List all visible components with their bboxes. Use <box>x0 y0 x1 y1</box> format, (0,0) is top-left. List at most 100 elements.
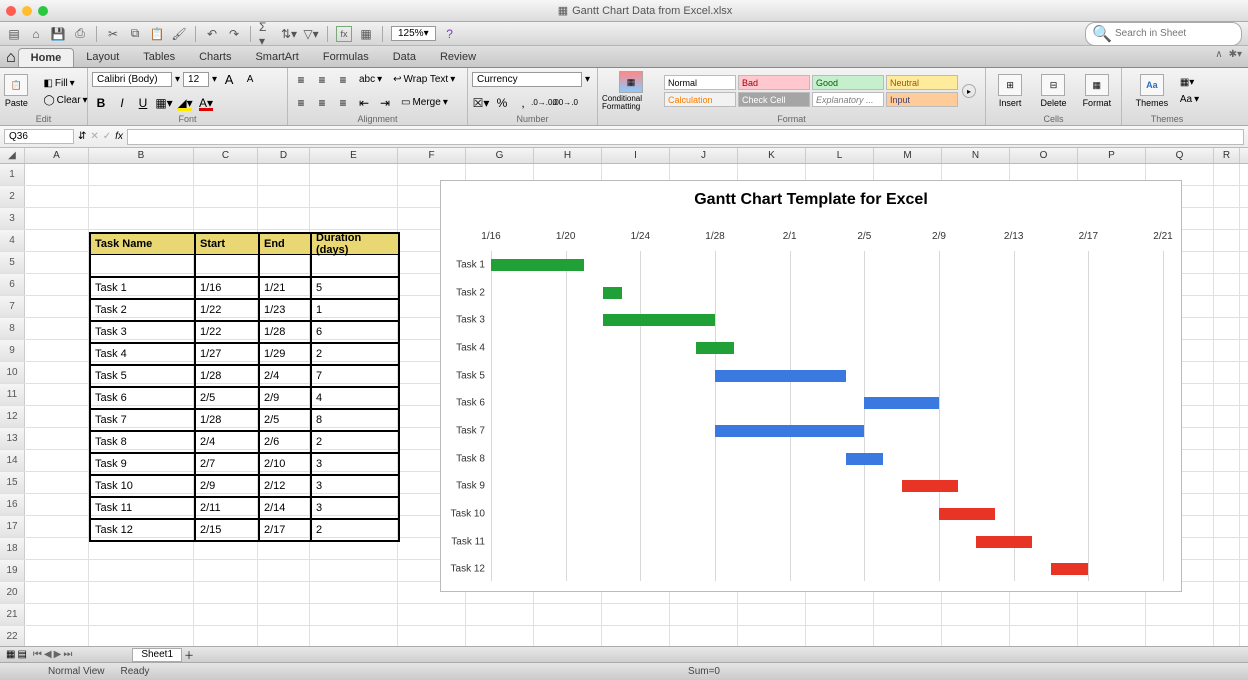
row-header[interactable]: 22 <box>0 626 25 647</box>
cell[interactable] <box>258 582 310 603</box>
cell[interactable] <box>194 208 258 229</box>
cell[interactable] <box>670 626 738 647</box>
cell[interactable]: 2/14 <box>259 497 311 519</box>
cell[interactable] <box>25 406 89 427</box>
cell[interactable] <box>310 560 398 581</box>
cell[interactable]: 1 <box>311 299 399 321</box>
insert-cells-button[interactable]: ⊞Insert <box>990 74 1030 108</box>
paste-icon[interactable]: 📋 <box>149 26 165 42</box>
style-normal[interactable]: Normal <box>664 75 736 90</box>
cell[interactable]: 1/29 <box>259 343 311 365</box>
name-box[interactable] <box>4 129 74 144</box>
row-header[interactable]: 14 <box>0 450 25 471</box>
font-size-select[interactable] <box>183 72 209 87</box>
percent-button[interactable]: % <box>493 94 511 112</box>
comma-button[interactable]: , <box>514 94 532 112</box>
italic-button[interactable]: I <box>113 94 131 112</box>
cell[interactable] <box>874 604 942 625</box>
cell[interactable] <box>258 560 310 581</box>
col-header-E[interactable]: E <box>310 148 398 163</box>
formula-input[interactable] <box>127 129 1244 145</box>
cell[interactable] <box>1214 296 1240 317</box>
cell[interactable]: 2/7 <box>195 453 259 475</box>
align-top-icon[interactable]: ≡ <box>292 71 310 89</box>
fill-button[interactable]: ◧ Fill ▾ <box>39 76 91 91</box>
row-header[interactable]: 13 <box>0 428 25 449</box>
orientation-button[interactable]: abc▾ <box>355 72 386 87</box>
cell[interactable] <box>1214 164 1240 185</box>
cell[interactable]: 1/27 <box>195 343 259 365</box>
cell[interactable] <box>25 340 89 361</box>
cell[interactable]: Task 11 <box>90 497 195 519</box>
cell[interactable] <box>1214 252 1240 273</box>
gantt-bar[interactable] <box>1051 563 1088 575</box>
tab-home[interactable]: Home <box>18 48 75 67</box>
col-header-I[interactable]: I <box>602 148 670 163</box>
help-icon[interactable]: ? <box>442 26 458 42</box>
gantt-bar[interactable] <box>715 370 846 382</box>
cell[interactable] <box>398 604 466 625</box>
gantt-bar[interactable] <box>603 287 622 299</box>
col-header-D[interactable]: D <box>258 148 310 163</box>
copy-icon[interactable]: ⧉ <box>127 26 143 42</box>
cell[interactable] <box>25 450 89 471</box>
align-middle-icon[interactable]: ≡ <box>313 71 331 89</box>
cell[interactable] <box>310 582 398 603</box>
view-layout-icon[interactable]: ▤ <box>17 649 26 660</box>
style-good[interactable]: Good <box>812 75 884 90</box>
cell[interactable] <box>670 604 738 625</box>
row-header[interactable]: 20 <box>0 582 25 603</box>
cell[interactable] <box>25 208 89 229</box>
decrease-font-icon[interactable]: A <box>241 71 259 89</box>
row-header[interactable]: 18 <box>0 538 25 559</box>
cell[interactable]: 2/15 <box>195 519 259 541</box>
cell[interactable]: 1/28 <box>195 365 259 387</box>
row-header[interactable]: 10 <box>0 362 25 383</box>
cell[interactable] <box>25 626 89 647</box>
cell[interactable]: 2/5 <box>259 409 311 431</box>
fx-icon[interactable]: fx <box>336 26 352 42</box>
th-taskname[interactable]: Task Name <box>90 233 195 255</box>
cell[interactable]: 2/10 <box>259 453 311 475</box>
ribbon-collapse-icon[interactable]: ∧ <box>1215 49 1222 60</box>
cell[interactable] <box>194 186 258 207</box>
col-header-J[interactable]: J <box>670 148 738 163</box>
cell[interactable] <box>25 252 89 273</box>
print-icon[interactable]: ⎙ <box>72 26 88 42</box>
cut-icon[interactable]: ✂ <box>105 26 121 42</box>
col-header-M[interactable]: M <box>874 148 942 163</box>
style-explanatory[interactable]: Explanatory ... <box>812 92 884 107</box>
cell[interactable] <box>1078 604 1146 625</box>
format-cells-button[interactable]: ▦Format <box>1077 74 1117 108</box>
autosum-icon[interactable]: Σ ▾ <box>259 26 275 42</box>
cell[interactable] <box>25 560 89 581</box>
cell[interactable]: 8 <box>311 409 399 431</box>
select-all-cell[interactable]: ◢ <box>0 148 25 163</box>
cell[interactable] <box>258 164 310 185</box>
gantt-bar[interactable] <box>715 425 864 437</box>
prev-sheet-icon[interactable]: ◀ <box>44 649 52 660</box>
tab-tables[interactable]: Tables <box>131 48 187 67</box>
currency-button[interactable]: ☒▾ <box>472 94 490 112</box>
gantt-chart[interactable]: Gantt Chart Template for Excel 1/161/201… <box>440 180 1182 592</box>
row-header[interactable]: 9 <box>0 340 25 361</box>
cell[interactable] <box>466 626 534 647</box>
minimize-window-icon[interactable] <box>22 6 32 16</box>
cell[interactable] <box>258 604 310 625</box>
cell[interactable]: 2/5 <box>195 387 259 409</box>
view-normal-icon[interactable]: ▦ <box>6 649 15 660</box>
cell[interactable] <box>534 604 602 625</box>
col-header-R[interactable]: R <box>1214 148 1240 163</box>
cell[interactable] <box>259 255 311 277</box>
cell[interactable]: 4 <box>311 387 399 409</box>
col-header-A[interactable]: A <box>25 148 89 163</box>
increase-font-icon[interactable]: A <box>220 71 238 89</box>
filter-icon[interactable]: ▽▾ <box>303 26 319 42</box>
gantt-bar[interactable] <box>696 342 733 354</box>
cell[interactable] <box>1078 626 1146 647</box>
cell[interactable]: 2/6 <box>259 431 311 453</box>
col-header-N[interactable]: N <box>942 148 1010 163</box>
cell[interactable]: Task 12 <box>90 519 195 541</box>
align-center-icon[interactable]: ≡ <box>313 94 331 112</box>
cell[interactable] <box>1214 318 1240 339</box>
